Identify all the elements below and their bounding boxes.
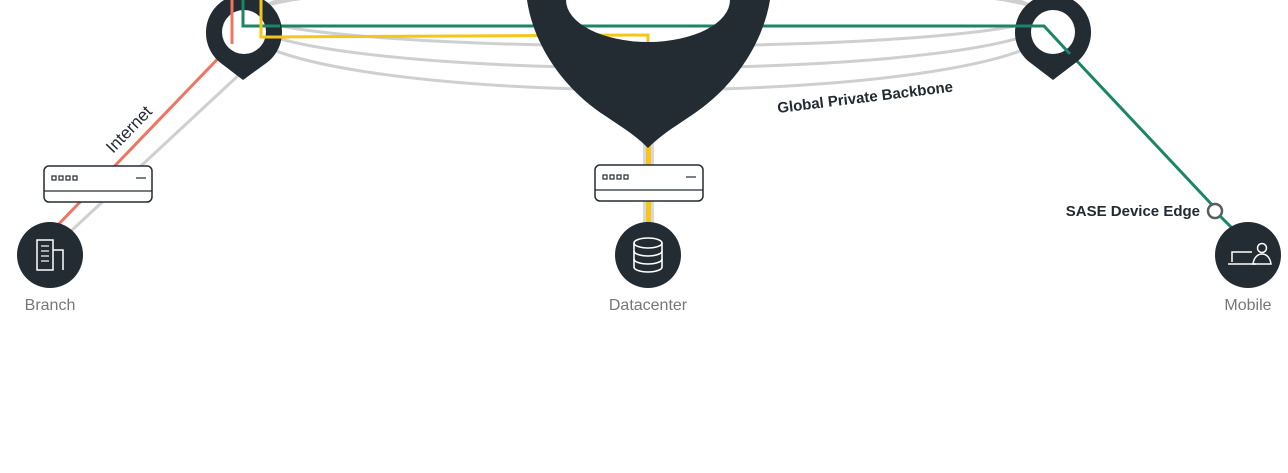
branch-building-icon [17, 222, 83, 288]
datacenter-edge-device [594, 164, 704, 202]
pop-right-icon [1014, 0, 1091, 80]
mobile-label: Mobile [1224, 297, 1271, 314]
branch-edge-device [43, 165, 153, 203]
branch-label: Branch [25, 297, 76, 314]
central-pop-icon [527, 0, 770, 148]
sase-device-edge-label: SASE Device Edge [1066, 203, 1200, 220]
datacenter-database-icon [615, 222, 681, 288]
mobile-laptop-user-icon [1215, 222, 1281, 288]
branch-backbone-link [68, 70, 244, 234]
datacenter-label: Datacenter [609, 297, 688, 314]
mobile-link-tail [1218, 214, 1234, 230]
sase-network-diagram: Internet Global Private Backbone SASE De… [17, 0, 1281, 314]
sase-device-edge-marker [1206, 202, 1224, 220]
